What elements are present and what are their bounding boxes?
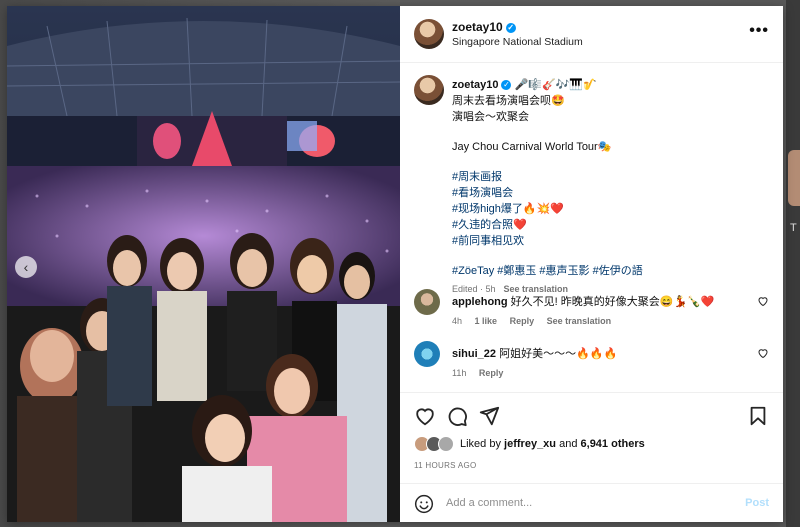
comment-text: 阿姐好美～～～🔥🔥🔥 bbox=[499, 348, 618, 360]
caption-emoji-line: 🎤🎼🎸🎶🎹🎷 bbox=[514, 79, 597, 91]
comment-likes[interactable]: 1 like bbox=[475, 316, 498, 326]
comment-bubble-icon[interactable] bbox=[446, 405, 468, 427]
commenter-username[interactable]: sihui_22 bbox=[452, 348, 496, 360]
hashtag-line[interactable]: #ZöeTay #鄭惠玉 #惠声玉影 #佐伊の語 bbox=[452, 263, 767, 279]
verified-badge-icon: ✓ bbox=[501, 80, 512, 90]
hashtag-link[interactable]: #久违的合照❤️ bbox=[452, 217, 767, 233]
share-paper-plane-icon[interactable] bbox=[478, 405, 500, 427]
add-comment-input[interactable] bbox=[444, 496, 728, 510]
post-modal: ‹ zoetay10 ✓ Singapore National Stadium •… bbox=[7, 6, 783, 522]
carousel-previous-button[interactable]: ‹ bbox=[15, 256, 37, 278]
caption-line: 周末去看场演唱会呗🤩 bbox=[452, 95, 565, 107]
save-bookmark-icon[interactable] bbox=[747, 405, 769, 427]
commenter-avatar[interactable] bbox=[414, 289, 440, 315]
hashtag-link[interactable]: #周末画报 bbox=[452, 169, 767, 185]
like-comment-heart-icon[interactable] bbox=[757, 295, 769, 307]
post-details-panel: zoetay10 ✓ Singapore National Stadium •••… bbox=[400, 6, 783, 522]
see-translation-link[interactable]: See translation bbox=[547, 316, 612, 326]
reply-button[interactable]: Reply bbox=[479, 368, 504, 378]
likes-and: and bbox=[559, 438, 578, 450]
background-feed-edge bbox=[786, 0, 800, 527]
caption-line: 演唱会～欢聚会 bbox=[452, 111, 529, 123]
hashtag-link[interactable]: #前同事相见欢 bbox=[452, 233, 767, 249]
more-options-button[interactable]: ••• bbox=[749, 22, 769, 40]
likes-prefix: Liked by bbox=[460, 438, 501, 450]
post-location[interactable]: Singapore National Stadium bbox=[452, 36, 583, 48]
reply-button[interactable]: Reply bbox=[510, 316, 535, 326]
post-comment-button[interactable]: Post bbox=[745, 497, 769, 509]
comment-text: 好久不见! 昨晚真的好像大聚会😄💃🍾❤️ bbox=[510, 296, 715, 308]
comment-text-line: sihui_22 阿姐好美～～～🔥🔥🔥 bbox=[452, 345, 752, 361]
post-photo[interactable]: ‹ bbox=[7, 6, 400, 522]
background-avatar bbox=[788, 150, 800, 206]
comments-scroll-area[interactable]: zoetay10 ✓ 🎤🎼🎸🎶🎹🎷 周末去看场演唱会呗🤩 演唱会～欢聚会 Jay … bbox=[400, 63, 783, 393]
caption-username[interactable]: zoetay10 bbox=[452, 79, 498, 91]
commenter-username[interactable]: applehong bbox=[452, 296, 508, 308]
comment-body: sihui_22 阿姐好美～～～🔥🔥🔥 11h Reply bbox=[452, 345, 752, 378]
likes-summary: Liked by jeffrey_xu and 6,941 others bbox=[414, 436, 645, 452]
caption-first-line: zoetay10 ✓ 🎤🎼🎸🎶🎹🎷 bbox=[452, 77, 767, 93]
like-comment-heart-icon[interactable] bbox=[757, 347, 769, 359]
background-text: T bbox=[790, 222, 797, 234]
post-timestamp[interactable]: 11 HOURS AGO bbox=[414, 461, 477, 470]
post-header: zoetay10 ✓ Singapore National Stadium ••• bbox=[400, 6, 783, 63]
caption-tour: Jay Chou Carnival World Tour🎭 bbox=[452, 141, 612, 153]
commenter-avatar[interactable] bbox=[414, 341, 440, 367]
caption-body: zoetay10 ✓ 🎤🎼🎸🎶🎹🎷 周末去看场演唱会呗🤩 演唱会～欢聚会 Jay … bbox=[452, 77, 767, 297]
comment-age: 11h bbox=[452, 368, 467, 378]
comment-body: applehong 好久不见! 昨晚真的好像大聚会😄💃🍾❤️ 4h 1 like… bbox=[452, 293, 752, 326]
comment-meta: 11h Reply bbox=[452, 368, 752, 378]
caption-author-avatar[interactable] bbox=[414, 75, 444, 105]
comment-age: 4h bbox=[452, 316, 463, 326]
emoji-smile-icon[interactable] bbox=[414, 494, 434, 514]
hashtag-link[interactable]: #现场high爆了🔥💥❤️ bbox=[452, 201, 767, 217]
author-username-line: zoetay10 ✓ bbox=[452, 20, 516, 34]
liker-username[interactable]: jeffrey_xu bbox=[504, 438, 556, 450]
liker-avatar bbox=[438, 436, 454, 452]
hashtag-link[interactable]: #看场演唱会 bbox=[452, 185, 767, 201]
comment-text-line: applehong 好久不见! 昨晚真的好像大聚会😄💃🍾❤️ bbox=[452, 293, 752, 309]
author-avatar[interactable] bbox=[414, 19, 444, 49]
like-heart-icon[interactable] bbox=[414, 405, 436, 427]
verified-badge-icon: ✓ bbox=[505, 23, 516, 33]
comment-meta: 4h 1 like Reply See translation bbox=[452, 316, 752, 326]
post-actions: Liked by jeffrey_xu and 6,941 others 11 … bbox=[400, 392, 783, 522]
comment-composer: Post bbox=[400, 483, 783, 522]
likes-count[interactable]: 6,941 others bbox=[581, 438, 645, 450]
likes-text: Liked by jeffrey_xu and 6,941 others bbox=[460, 438, 645, 450]
author-username[interactable]: zoetay10 bbox=[452, 20, 503, 34]
